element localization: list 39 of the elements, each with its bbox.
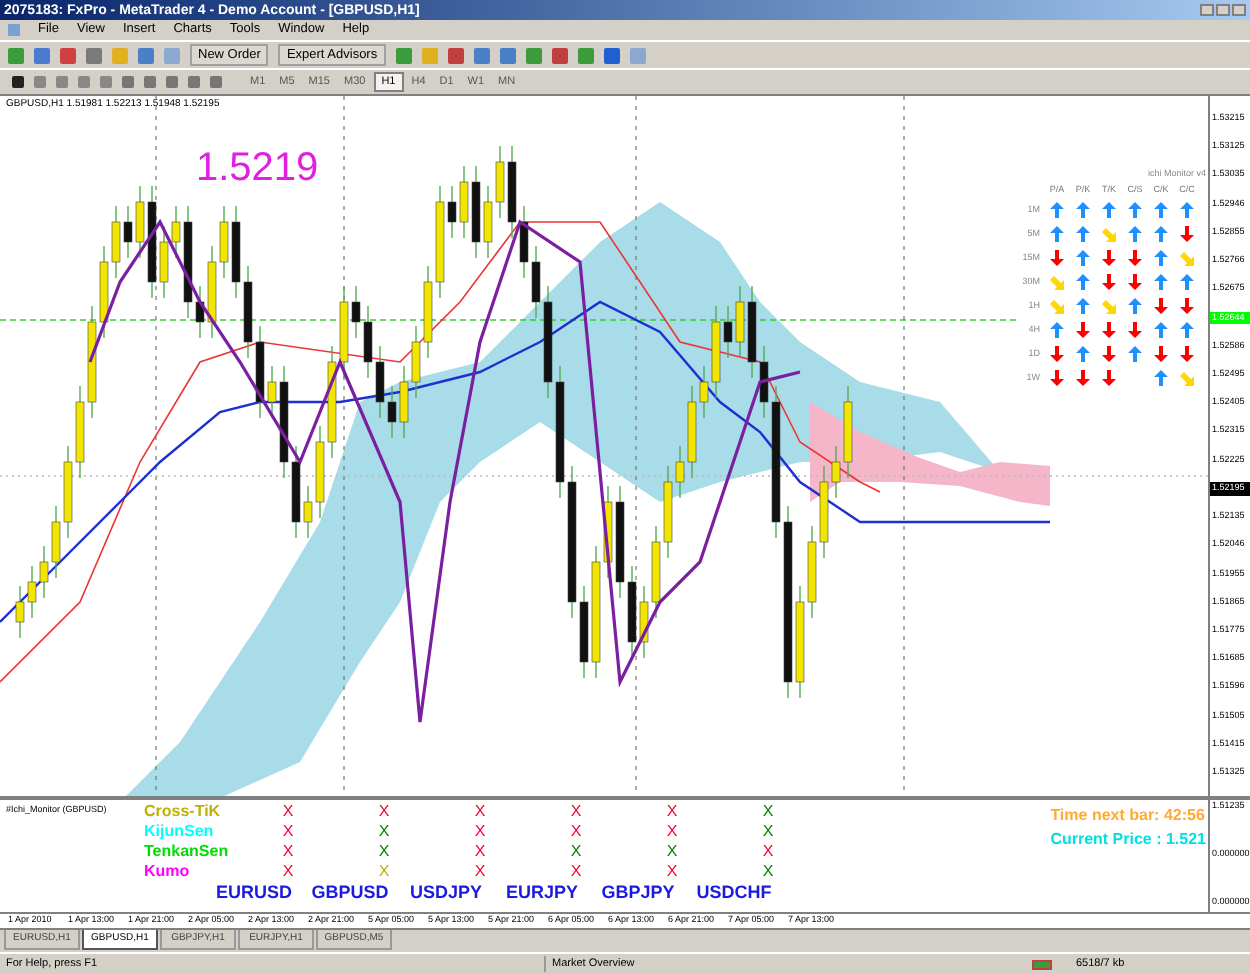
pair-name: GBPUSD: [311, 882, 389, 904]
signal-mark: X: [282, 822, 294, 842]
pair-name: USDCHF: [696, 882, 772, 904]
signal-mark: X: [666, 822, 678, 842]
signal-mark: X: [762, 822, 774, 842]
signal-mark: X: [282, 802, 294, 822]
price-label: 1.5219: [196, 148, 319, 188]
signal-mark: X: [282, 862, 294, 882]
signal-mark: X: [378, 842, 390, 862]
signal-mark: X: [378, 822, 390, 842]
pair-name: EURJPY: [505, 882, 578, 904]
pair-name: USDJPY: [409, 882, 482, 904]
signal-mark: X: [570, 802, 582, 822]
connection-icon: [1032, 959, 1052, 969]
signal-mark: X: [762, 862, 774, 882]
signal-mark: X: [378, 862, 390, 882]
signal-mark: X: [570, 822, 582, 842]
pair-name: EURUSD: [215, 882, 292, 904]
signal-mark: X: [666, 802, 678, 822]
signal-mark: X: [762, 842, 774, 862]
signal-mark: X: [474, 862, 486, 882]
signal-mark: X: [378, 802, 390, 822]
signal-mark: X: [474, 842, 486, 862]
signal-mark: X: [474, 802, 486, 822]
signal-mark: X: [282, 842, 294, 862]
signal-mark: X: [570, 862, 582, 882]
pair-name: GBPJPY: [601, 882, 675, 904]
signal-mark: X: [474, 822, 486, 842]
signal-label: Cross-TiK: [144, 802, 223, 822]
signal-mark: X: [570, 842, 582, 862]
signal-mark: X: [666, 862, 678, 882]
signal-label: Kumo: [144, 862, 192, 882]
signal-label: KijunSen: [144, 822, 216, 842]
signal-mark: X: [666, 842, 678, 862]
current-price-label: Current Price : 1.521: [1050, 828, 1206, 852]
countdown-label: Time next bar: 42:56: [1050, 804, 1205, 828]
menu-icon: [8, 24, 20, 36]
signal-label: TenkanSen: [144, 842, 231, 862]
signal-mark: X: [762, 802, 774, 822]
